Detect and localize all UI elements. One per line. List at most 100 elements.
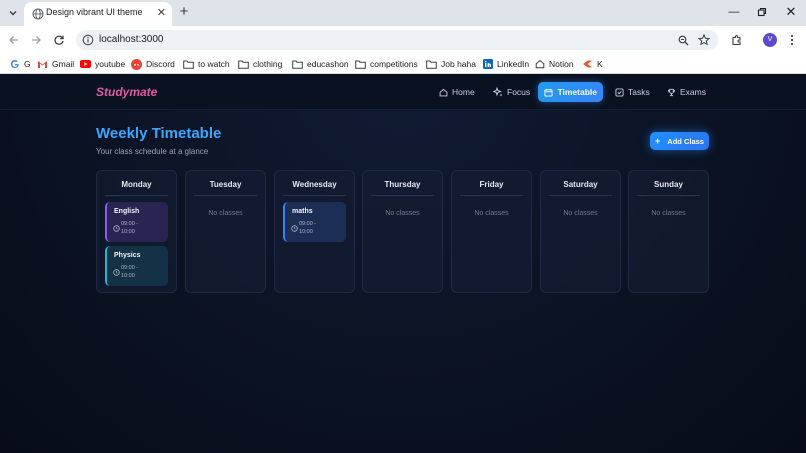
day-column-monday: Monday English 09:00 -10:00 Physics 09:0… xyxy=(96,170,177,293)
no-classes-text: No classes xyxy=(385,210,420,217)
day-column-saturday: Saturday No classes xyxy=(540,170,621,293)
day-divider xyxy=(637,195,700,196)
bookmark-google[interactable]: G xyxy=(9,57,31,71)
folder-icon xyxy=(426,59,437,70)
back-button[interactable] xyxy=(6,32,22,48)
linkedin-icon xyxy=(482,59,493,70)
day-column-thursday: Thursday No classes xyxy=(362,170,443,293)
clock-icon xyxy=(291,225,298,232)
bookmark-star-icon[interactable] xyxy=(697,33,711,47)
class-time: 09:00 -10:00 xyxy=(299,221,317,235)
restore-button[interactable] xyxy=(753,4,771,20)
url-text: localhost:3000 xyxy=(99,34,164,45)
sparkle-icon xyxy=(493,87,503,97)
youtube-icon xyxy=(80,59,91,70)
bookmark-folder-educashon[interactable]: educashon xyxy=(292,57,349,71)
day-column-wednesday: Wednesday maths 09:00 -10:00 xyxy=(274,170,355,293)
add-class-button[interactable]: + Add Class xyxy=(650,132,709,150)
nav-timetable[interactable]: Timetable xyxy=(538,82,603,102)
plus-icon: + xyxy=(655,136,661,146)
browser-menu-button[interactable] xyxy=(786,33,798,47)
app-logo[interactable]: Studymate xyxy=(96,85,157,99)
restore-icon xyxy=(757,7,767,17)
day-name: Friday xyxy=(479,180,504,189)
profile-avatar[interactable]: V xyxy=(763,33,777,47)
more-vertical-icon xyxy=(790,34,794,46)
class-card-physics[interactable]: Physics 09:00 -10:00 xyxy=(105,246,168,286)
bookmark-linkedin[interactable]: LinkedIn xyxy=(482,57,529,71)
day-column-friday: Friday No classes xyxy=(451,170,532,293)
bookmark-youtube[interactable]: youtube xyxy=(80,57,125,71)
new-tab-button[interactable]: + xyxy=(177,4,191,20)
class-card-english[interactable]: English 09:00 -10:00 xyxy=(105,202,168,242)
nav-exams[interactable]: Exams xyxy=(660,82,712,102)
forward-button[interactable] xyxy=(28,32,44,48)
browser-toolbar: localhost:3000 V xyxy=(0,26,806,54)
minimize-button[interactable]: — xyxy=(725,4,743,20)
bookmark-discord[interactable]: Discord xyxy=(131,57,175,71)
tab-search-button[interactable] xyxy=(5,5,21,21)
app-navbar: Studymate Home Focus Timetable Tasks Exa… xyxy=(0,75,806,110)
folder-icon xyxy=(355,59,366,70)
page-title: Weekly Timetable xyxy=(96,125,222,142)
zoom-icon[interactable] xyxy=(676,33,690,47)
checkbox-icon xyxy=(614,87,624,97)
home-icon xyxy=(534,59,545,70)
tab-close-icon[interactable]: ✕ xyxy=(157,7,166,19)
arrow-right-icon xyxy=(32,36,41,44)
day-name: Thursday xyxy=(384,180,421,189)
no-classes-text: No classes xyxy=(651,210,686,217)
page-subtitle: Your class schedule at a glance xyxy=(96,147,209,156)
no-classes-text: No classes xyxy=(563,210,598,217)
no-classes-text: No classes xyxy=(208,210,243,217)
calendar-icon xyxy=(544,87,553,97)
folder-icon xyxy=(238,59,249,70)
folder-icon xyxy=(183,59,194,70)
no-classes-text: No classes xyxy=(474,210,509,217)
globe-icon xyxy=(32,8,44,20)
trophy-icon xyxy=(666,87,676,97)
day-name: Tuesday xyxy=(209,180,242,189)
class-time: 09:00 -10:00 xyxy=(121,265,139,279)
kaggle-icon xyxy=(582,59,593,70)
day-column-tuesday: Tuesday No classes xyxy=(185,170,266,293)
day-divider xyxy=(105,195,168,196)
bookmark-gmail[interactable]: Gmail xyxy=(37,57,74,71)
clock-icon xyxy=(113,225,120,232)
bookmark-folder-job-haha[interactable]: Job haha xyxy=(426,57,476,71)
extensions-button[interactable] xyxy=(729,32,745,48)
day-divider xyxy=(371,195,434,196)
day-column-sunday: Sunday No classes xyxy=(628,170,709,293)
day-divider xyxy=(460,195,523,196)
class-name: Physics xyxy=(114,252,141,259)
bookmark-folder-clothing[interactable]: clothing xyxy=(238,57,282,71)
bookmark-folder-competitions[interactable]: competitions xyxy=(355,57,418,71)
class-name: English xyxy=(114,208,140,215)
class-name: maths xyxy=(292,208,313,215)
discord-icon xyxy=(131,58,142,70)
reload-icon xyxy=(54,35,64,45)
address-bar[interactable]: localhost:3000 xyxy=(76,30,718,50)
day-name: Wednesday xyxy=(292,180,337,189)
bookmark-k[interactable]: K xyxy=(582,57,603,71)
day-divider xyxy=(549,195,612,196)
bookmark-notion[interactable]: Notion xyxy=(534,57,574,71)
nav-tasks[interactable]: Tasks xyxy=(608,82,656,102)
browser-tab-strip: Design vibrant UI theme ✕ + — ✕ xyxy=(0,0,806,26)
class-card-maths[interactable]: maths 09:00 -10:00 xyxy=(283,202,346,242)
gmail-icon xyxy=(37,59,48,70)
browser-tab-active[interactable]: Design vibrant UI theme ✕ xyxy=(24,2,172,26)
nav-focus[interactable]: Focus xyxy=(487,82,536,102)
bookmark-folder-to-watch[interactable]: to watch xyxy=(183,57,230,71)
day-name: Monday xyxy=(121,180,152,189)
site-info-icon[interactable] xyxy=(82,34,94,46)
bookmarks-bar: G Gmail youtube Discord to watch clothin… xyxy=(0,54,806,74)
puzzle-icon xyxy=(732,34,741,46)
arrow-left-icon xyxy=(9,36,18,44)
close-window-button[interactable]: ✕ xyxy=(782,4,800,20)
reload-button[interactable] xyxy=(51,32,67,48)
class-time: 09:00 -10:00 xyxy=(121,221,139,235)
day-name: Saturday xyxy=(563,180,598,189)
nav-home[interactable]: Home xyxy=(432,82,481,102)
home-icon xyxy=(438,87,448,97)
